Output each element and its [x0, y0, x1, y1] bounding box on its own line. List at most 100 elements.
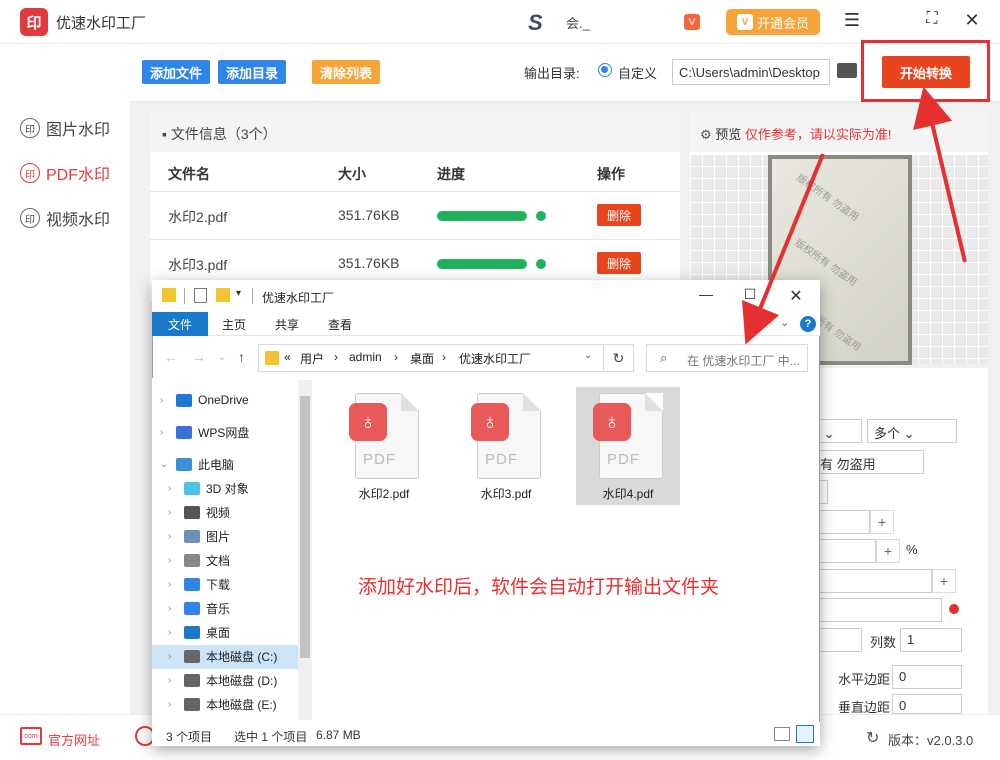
large-icons-view-icon[interactable] [796, 725, 814, 743]
maximize-icon[interactable]: ☐ [740, 286, 760, 303]
properties-icon[interactable] [194, 288, 207, 303]
customize-quick-access-icon[interactable]: ▾ [236, 288, 241, 299]
details-view-icon[interactable] [774, 727, 790, 741]
nav-item[interactable]: › 音乐 [168, 597, 230, 619]
plus-button[interactable]: + [870, 510, 894, 534]
sidebar-item-video-watermark[interactable]: 印 视频水印 [20, 206, 110, 230]
nav-item[interactable]: › 3D 对象 [168, 477, 249, 499]
nav-item[interactable]: › OneDrive [160, 389, 249, 411]
gear-icon: ⚙ [700, 127, 712, 142]
chevron-right-icon[interactable]: › [168, 627, 178, 638]
sidebar-item-pdf-watermark[interactable]: 印 PDF水印 [20, 161, 110, 185]
sidebar-item-image-watermark[interactable]: 印 图片水印 [20, 116, 110, 140]
menu-icon[interactable]: ☰ [840, 10, 864, 31]
back-icon[interactable]: ← [164, 349, 178, 365]
user-name[interactable]: 会._ [566, 13, 590, 32]
nav-item[interactable]: › 下载 [168, 573, 230, 595]
preview-label: 预览 [715, 127, 742, 142]
nav-item[interactable]: › 本地磁盘 (C:) [168, 645, 277, 667]
warning-icon [949, 604, 959, 614]
font-select[interactable] [800, 598, 942, 622]
columns-input[interactable]: 1 [900, 628, 962, 652]
recent-locations-icon[interactable]: ⌄ [218, 352, 226, 363]
tab-home[interactable]: 主页 [222, 316, 246, 333]
tab-file[interactable]: 文件 [152, 312, 208, 336]
up-icon[interactable]: ↑ [238, 349, 245, 365]
add-directory-button[interactable]: 添加目录 [218, 60, 287, 84]
nav-item[interactable]: › WPS网盘 [160, 421, 249, 443]
forward-icon[interactable]: → [192, 349, 206, 365]
start-convert-button[interactable]: 开始转换 [882, 56, 970, 88]
chevron-right-icon[interactable]: › [168, 507, 178, 518]
vertical-margin-input[interactable]: 0 [892, 694, 962, 714]
add-file-button[interactable]: 添加文件 [142, 60, 211, 84]
custom-radio[interactable] [598, 63, 612, 77]
chevron-right-icon[interactable]: › [168, 651, 178, 662]
delete-button[interactable]: 删除 [597, 204, 641, 226]
nav-item[interactable]: › 视频 [168, 501, 230, 523]
nav-item[interactable]: › 图片 [168, 525, 230, 547]
chevron-right-icon[interactable]: › [168, 579, 178, 590]
update-icon[interactable]: ↻ [866, 728, 879, 748]
nav-item[interactable]: › 本地磁盘 (E:) [168, 693, 277, 715]
chevron-right-icon[interactable]: › [160, 427, 170, 438]
file-row-name: 水印3.pdf [168, 257, 228, 273]
minimize-icon[interactable]: — [696, 286, 716, 302]
folder-icon [265, 351, 279, 365]
breadcrumb-admin[interactable]: admin [349, 350, 382, 364]
refresh-icon[interactable]: ↻ [604, 344, 634, 372]
tab-view[interactable]: 查看 [328, 316, 352, 333]
output-path-input[interactable] [672, 59, 830, 85]
vip-button[interactable]: V 开通会员 [726, 9, 820, 35]
nav-item[interactable]: › 本地磁盘 (D:) [168, 669, 277, 691]
nav-item[interactable]: ⌄ 此电脑 [160, 453, 234, 475]
breadcrumb-overflow[interactable]: « [284, 350, 291, 364]
folder-icon[interactable] [837, 63, 857, 78]
search-input[interactable] [646, 344, 808, 372]
address-dropdown-icon[interactable]: ⌄ [584, 350, 592, 361]
expand-ribbon-icon[interactable]: ⌄ [780, 316, 789, 329]
new-folder-icon[interactable] [216, 288, 230, 302]
nav-item-label: 本地磁盘 (C:) [206, 649, 278, 664]
horizontal-margin-input[interactable]: 0 [892, 665, 962, 689]
nav-item[interactable]: › 文档 [168, 549, 230, 571]
custom-radio-label[interactable]: 自定义 [618, 63, 657, 82]
chevron-right-icon[interactable]: › [160, 395, 170, 406]
file-item[interactable]: ♁ PDF 水印4.pdf [576, 387, 680, 505]
clear-list-button[interactable]: 清除列表 [312, 60, 381, 84]
chevron-right-icon[interactable]: › [168, 555, 178, 566]
breadcrumb-current[interactable]: 优速水印工厂 [459, 350, 531, 367]
chevron-down-icon[interactable]: ⌄ [160, 459, 170, 470]
delete-button[interactable]: 删除 [597, 252, 641, 274]
watermark-count-select[interactable]: 多个 ⌄ [867, 419, 957, 443]
download-icon [184, 577, 200, 591]
breadcrumb-users[interactable]: 用户 [300, 350, 324, 367]
desktop-icon [184, 625, 200, 639]
nav-item[interactable]: › 桌面 [168, 621, 230, 643]
nav-item-label: 此电脑 [198, 457, 235, 472]
close-icon[interactable]: ✕ [960, 10, 984, 31]
plus-button[interactable]: + [876, 539, 900, 563]
chevron-right-icon[interactable]: › [168, 699, 178, 710]
music-icon [184, 601, 200, 615]
help-icon[interactable]: ? [800, 316, 816, 332]
tab-share[interactable]: 共享 [275, 316, 299, 333]
breadcrumb-desktop[interactable]: 桌面 [410, 350, 434, 367]
nav-scrollbar-thumb[interactable] [300, 396, 310, 658]
file-item[interactable]: ♁ PDF 水印3.pdf [454, 387, 558, 505]
progress-bar [437, 259, 527, 269]
chevron-right-icon[interactable]: › [168, 531, 178, 542]
chevron-right-icon[interactable]: › [168, 483, 178, 494]
website-icon[interactable]: com [20, 727, 42, 745]
plus-button[interactable]: + [932, 569, 956, 593]
cloud-icon [176, 425, 192, 439]
version-label: 版本：v2.0.3.0 [888, 733, 974, 748]
maximize-icon[interactable]: ⛶ [920, 10, 944, 28]
file-item[interactable]: ♁ PDF 水印2.pdf [332, 387, 436, 505]
user-avatar-icon[interactable]: S [528, 10, 543, 36]
close-icon[interactable]: ✕ [786, 286, 806, 306]
nav-item-label: 本地磁盘 (E:) [206, 697, 277, 712]
website-link[interactable]: 官方网址 [48, 730, 100, 749]
chevron-right-icon[interactable]: › [168, 675, 178, 686]
chevron-right-icon[interactable]: › [168, 603, 178, 614]
